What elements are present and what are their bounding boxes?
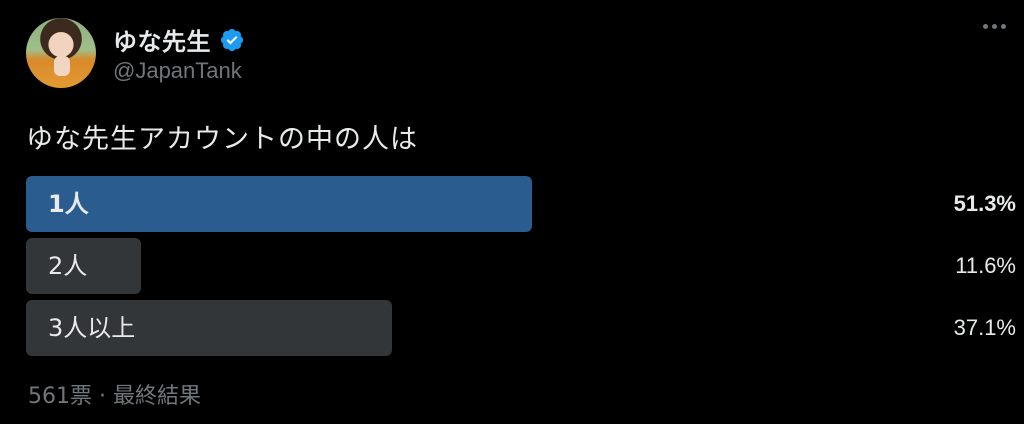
poll-option-label: 3人以上 (48, 314, 136, 342)
poll-option-percent: 37.1% (953, 315, 1016, 340)
separator: · (99, 384, 106, 409)
more-dot (983, 24, 988, 29)
poll-option-2[interactable]: 2人 11.6% (26, 238, 1016, 294)
poll-option-1[interactable]: 1人 51.3% (26, 176, 1016, 232)
poll-option-label: 1人 (48, 190, 89, 218)
verified-badge-icon (220, 28, 244, 51)
vote-count: 561票 (28, 384, 92, 409)
more-dot (1001, 24, 1006, 29)
poll-bar (26, 176, 532, 232)
more-dot (992, 24, 997, 29)
poll-question: ゆな先生アカウントの中の人は (26, 124, 418, 155)
display-name[interactable]: ゆな先生 (113, 22, 211, 57)
poll-option-percent: 51.3% (953, 191, 1016, 216)
poll-status: 最終結果 (113, 384, 202, 409)
poll-option-percent: 11.6% (955, 253, 1016, 278)
name-row: ゆな先生 (113, 22, 245, 57)
avatar-hands (54, 56, 70, 76)
poll-footer: 561票 · 最終結果 (28, 378, 201, 410)
more-options-icon[interactable] (983, 24, 1006, 29)
user-handle[interactable]: @JapanTank (113, 58, 242, 84)
poll-option-3[interactable]: 3人以上 37.1% (26, 300, 1016, 356)
avatar[interactable] (26, 18, 96, 88)
poll-option-label: 2人 (48, 252, 88, 280)
